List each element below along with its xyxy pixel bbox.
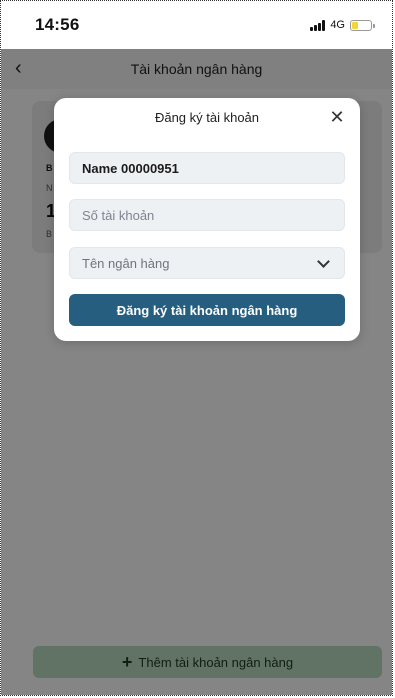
- register-bank-account-button[interactable]: Đăng ký tài khoản ngân hàng: [69, 294, 345, 326]
- network-label: 4G: [330, 19, 345, 31]
- battery-icon: [350, 19, 375, 31]
- signal-icon: [310, 19, 326, 31]
- status-indicators: 4G: [310, 19, 375, 31]
- status-time: 14:56: [35, 15, 80, 34]
- bank-name-select[interactable]: Tên ngân hàng: [69, 247, 345, 279]
- chevron-down-icon: [317, 254, 330, 268]
- modal-title: Đăng ký tài khoản: [154, 110, 260, 125]
- account-name-field[interactable]: [69, 152, 345, 184]
- close-icon[interactable]: ✕: [328, 108, 346, 126]
- account-number-field[interactable]: [69, 199, 345, 231]
- register-account-modal: Đăng ký tài khoản ✕ Tên ngân hàng Đăng k…: [54, 98, 360, 341]
- status-bar: 14:56 4G: [1, 1, 392, 49]
- phone-screen: 14:56 4G ‹ Tài khoản ngân hàng B N 1 B +…: [0, 0, 393, 696]
- bank-name-placeholder: Tên ngân hàng: [82, 255, 170, 271]
